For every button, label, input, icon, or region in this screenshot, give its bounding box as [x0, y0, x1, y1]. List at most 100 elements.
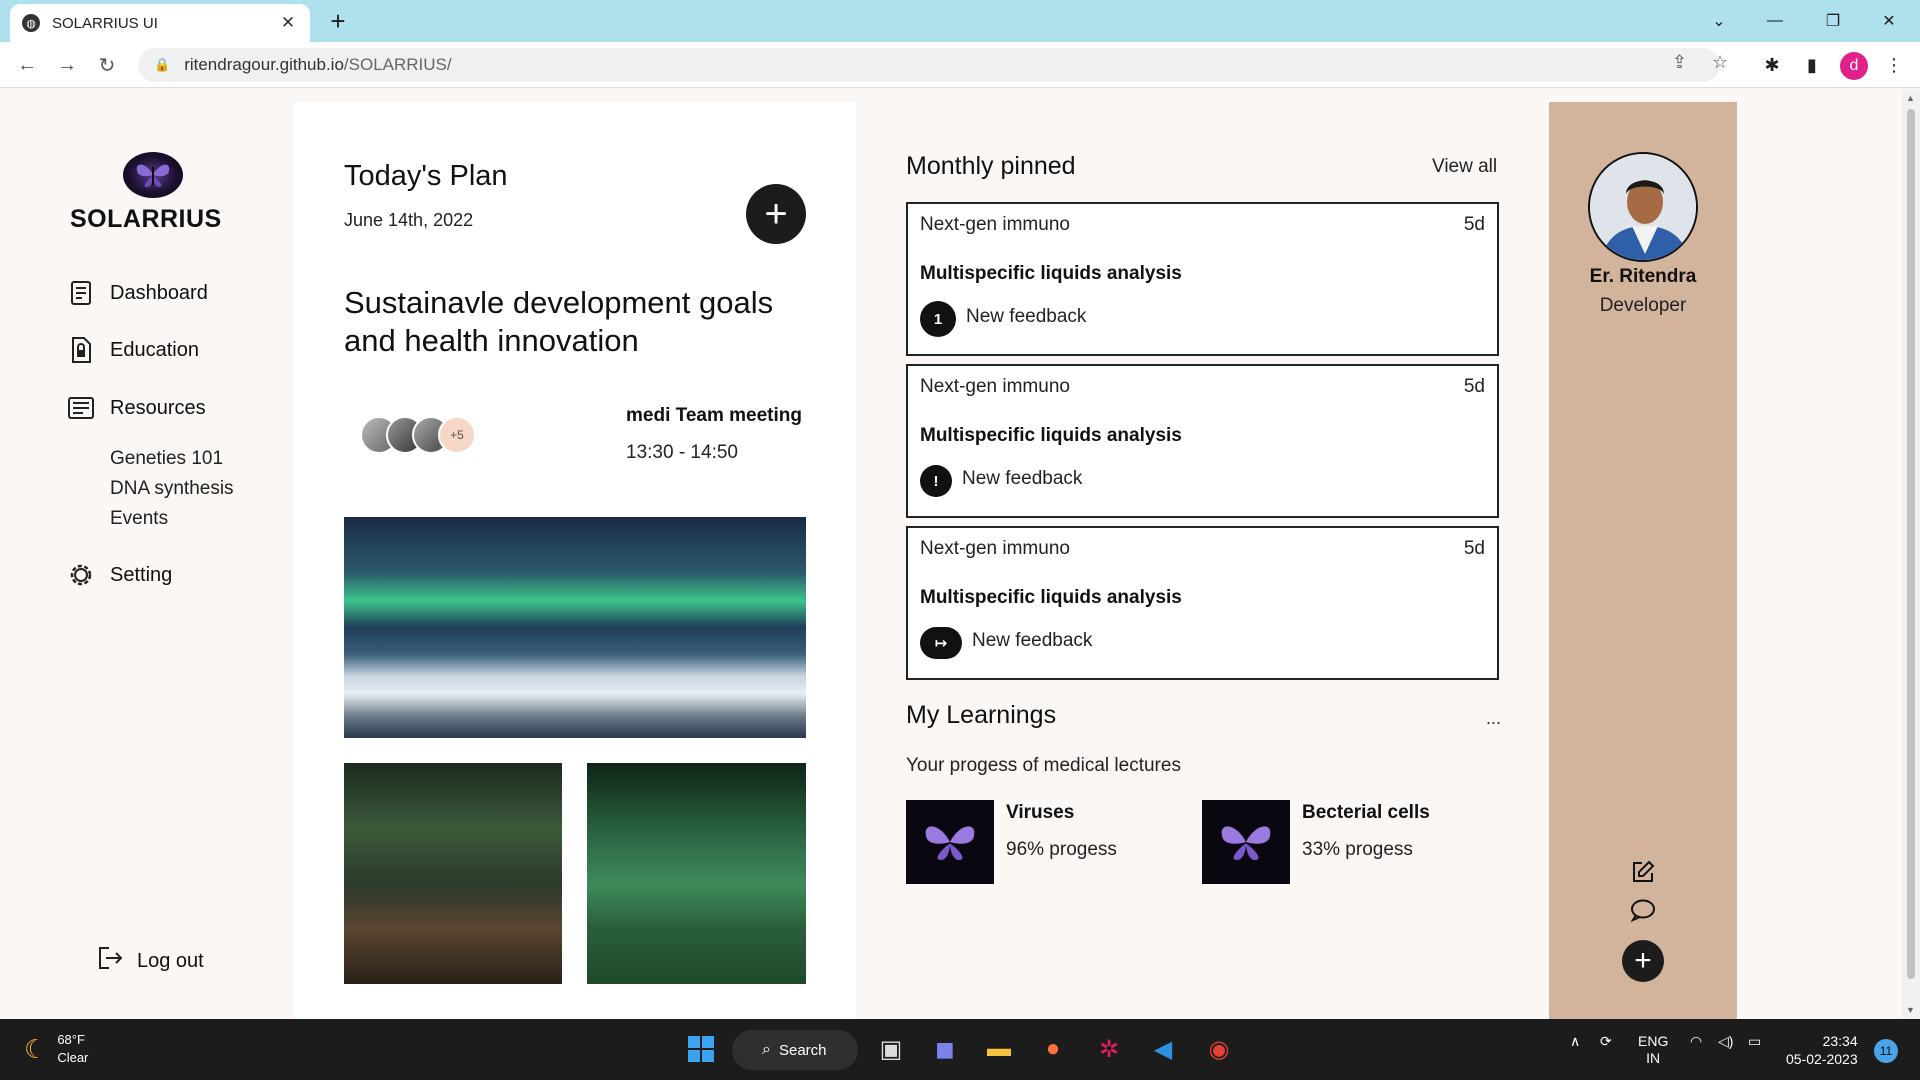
system-clock[interactable]: 23:34 05-02-2023: [1786, 1032, 1858, 1068]
browser-tab-strip: ◍ SOLARRIUS UI ✕ + ⌄ — ❐ ✕: [0, 0, 1920, 42]
pinned-category: Next-gen immuno: [920, 376, 1070, 397]
my-learnings-title: My Learnings: [906, 701, 1057, 729]
notes-icon: [68, 395, 94, 421]
wifi-icon[interactable]: ◠: [1690, 1033, 1702, 1050]
butterfly-thumbnail[interactable]: [1202, 800, 1290, 884]
tab-title: SOLARRIUS UI: [52, 14, 158, 32]
document-list-icon: [68, 280, 94, 306]
attendee-avatars[interactable]: +5: [360, 416, 476, 454]
add-button[interactable]: +: [1622, 940, 1664, 982]
weather-temp: 68°F: [57, 1032, 85, 1047]
minimize-icon[interactable]: —: [1752, 0, 1798, 42]
learning-name[interactable]: Viruses: [1006, 802, 1074, 824]
close-tab-icon[interactable]: ✕: [278, 13, 298, 33]
globe-icon: ◍: [22, 14, 40, 32]
edit-icon[interactable]: [1629, 858, 1657, 886]
logout-button[interactable]: Log out: [97, 946, 204, 976]
pinned-days: 5d: [1463, 214, 1485, 235]
pinned-category: Next-gen immuno: [920, 214, 1070, 235]
language-indicator[interactable]: ENG IN: [1638, 1033, 1668, 1067]
pinned-feedback: New feedback: [966, 306, 1087, 327]
notification-badge[interactable]: 11: [1874, 1039, 1898, 1063]
brand-name: SOLARRIUS: [70, 205, 222, 233]
pinned-days: 5d: [1463, 538, 1485, 559]
sync-icon[interactable]: ⟳: [1600, 1033, 1612, 1050]
reload-icon[interactable]: ↻: [92, 50, 122, 80]
nav-setting[interactable]: Setting: [68, 562, 172, 588]
chevron-up-icon[interactable]: ∧: [1570, 1033, 1580, 1050]
search-icon: ⌕: [762, 1041, 771, 1058]
learning-progress: 33% progess: [1302, 839, 1413, 860]
pinned-card[interactable]: Next-gen immuno 5d Multispecific liquids…: [906, 364, 1499, 518]
learning-name[interactable]: Becterial cells: [1302, 802, 1430, 824]
share-icon[interactable]: ⇪: [1672, 52, 1687, 73]
clock-date: 05-02-2023: [1786, 1051, 1858, 1067]
sub-item-geneties[interactable]: Geneties 101: [110, 448, 223, 470]
star-icon[interactable]: ☆: [1712, 52, 1728, 73]
sub-item-dna[interactable]: DNA synthesis: [110, 478, 234, 500]
meeting-title: medi Team meeting: [626, 405, 802, 426]
vscode-icon[interactable]: ◀: [1144, 1030, 1182, 1068]
weather-widget[interactable]: ☾ 68°F Clear: [24, 1031, 88, 1067]
view-all-link[interactable]: View all: [1432, 156, 1497, 178]
more-options-icon[interactable]: ...: [1486, 708, 1501, 729]
weather-condition: Clear: [57, 1050, 89, 1065]
restore-icon[interactable]: ❐: [1810, 0, 1856, 42]
file-explorer-icon[interactable]: ▬: [980, 1030, 1018, 1068]
battery-icon[interactable]: ▭: [1748, 1033, 1761, 1050]
bridge-image: [344, 763, 562, 984]
extensions-icon[interactable]: ✱: [1758, 51, 1786, 79]
tab-search-chevron-icon[interactable]: ⌄: [1696, 0, 1742, 42]
side-panel-icon[interactable]: ▮: [1798, 51, 1826, 79]
sub-item-events[interactable]: Events: [110, 508, 168, 530]
nav-dashboard[interactable]: Dashboard: [68, 280, 208, 306]
windows-start-icon[interactable]: [682, 1030, 720, 1068]
close-window-icon[interactable]: ✕: [1866, 0, 1912, 42]
profile-name: Er. Ritendra: [1589, 266, 1697, 287]
back-icon[interactable]: ←: [12, 50, 42, 80]
nav-label: Setting: [110, 563, 173, 586]
taskbar-search-button[interactable]: ⌕ Search: [732, 1030, 858, 1070]
learnings-subtitle: Your progess of medical lectures: [906, 755, 1181, 776]
nav-label: Resources: [110, 396, 206, 419]
scroll-up-icon[interactable]: ▲: [1906, 93, 1915, 103]
todays-plan-card: Today's Plan June 14th, 2022 + Sustainav…: [294, 102, 856, 1019]
teams-chat-icon[interactable]: ◼: [926, 1030, 964, 1068]
pinned-title: Multispecific liquids analysis: [920, 263, 1182, 284]
scrollbar-thumb[interactable]: [1907, 109, 1915, 979]
browser-tab[interactable]: ◍ SOLARRIUS UI ✕: [10, 4, 310, 42]
menu-icon[interactable]: ⋮: [1880, 51, 1908, 79]
add-plan-button[interactable]: +: [746, 184, 806, 244]
learning-progress: 96% progess: [1006, 839, 1117, 860]
url-host: ritendragour.github.io: [184, 55, 344, 74]
firefox-icon[interactable]: ●: [1034, 1030, 1072, 1068]
arrow-icon: ↦: [920, 627, 962, 659]
region-code: IN: [1646, 1050, 1661, 1066]
new-tab-button[interactable]: +: [323, 6, 353, 36]
pinned-title: Multispecific liquids analysis: [920, 587, 1182, 608]
forward-icon[interactable]: →: [52, 50, 82, 80]
chat-icon[interactable]: [1629, 896, 1657, 924]
volume-icon[interactable]: ◁): [1718, 1033, 1733, 1050]
slack-icon[interactable]: ✲: [1090, 1030, 1128, 1068]
pinned-card[interactable]: Next-gen immuno 5d Multispecific liquids…: [906, 526, 1499, 680]
nav-education[interactable]: Education: [68, 337, 199, 363]
profile-avatar-large[interactable]: [1588, 152, 1698, 262]
lock-icon: 🔒: [154, 57, 171, 72]
profile-panel: Er. Ritendra Developer +: [1549, 102, 1737, 1019]
logout-icon: [97, 946, 123, 976]
pinned-feedback: New feedback: [972, 630, 1093, 651]
url-field[interactable]: 🔒 ritendragour.github.io/SOLARRIUS/: [138, 48, 1720, 82]
pinned-card[interactable]: Next-gen immuno 5d Multispecific liquids…: [906, 202, 1499, 356]
chrome-icon[interactable]: ◉: [1200, 1030, 1238, 1068]
butterfly-logo-icon: [123, 152, 183, 198]
lock-file-icon: [68, 337, 94, 363]
butterfly-thumbnail[interactable]: [906, 800, 994, 884]
profile-avatar[interactable]: d: [1840, 52, 1868, 80]
task-view-icon[interactable]: ▣: [872, 1030, 910, 1068]
pinned-title: Multispecific liquids analysis: [920, 425, 1182, 446]
scrollbar[interactable]: ▲ ▼: [1902, 89, 1920, 1019]
scroll-down-icon[interactable]: ▼: [1906, 1005, 1915, 1015]
moon-icon: ☾: [24, 1033, 48, 1064]
nav-resources[interactable]: Resources: [68, 395, 206, 421]
